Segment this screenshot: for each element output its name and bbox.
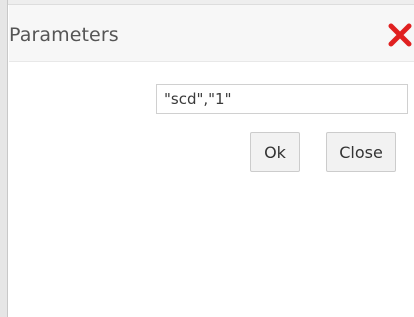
dialog-title-bar: Parameters xyxy=(9,5,414,62)
dialog-title: Parameters xyxy=(9,24,119,46)
close-x-glyph xyxy=(388,23,412,47)
close-button[interactable]: Close xyxy=(326,132,396,172)
parameter-input[interactable] xyxy=(156,84,408,114)
parameters-dialog: Parameters Ok Close xyxy=(9,5,414,317)
window-edge xyxy=(0,0,9,317)
ok-button[interactable]: Ok xyxy=(250,132,300,172)
close-x-icon[interactable] xyxy=(387,22,413,48)
